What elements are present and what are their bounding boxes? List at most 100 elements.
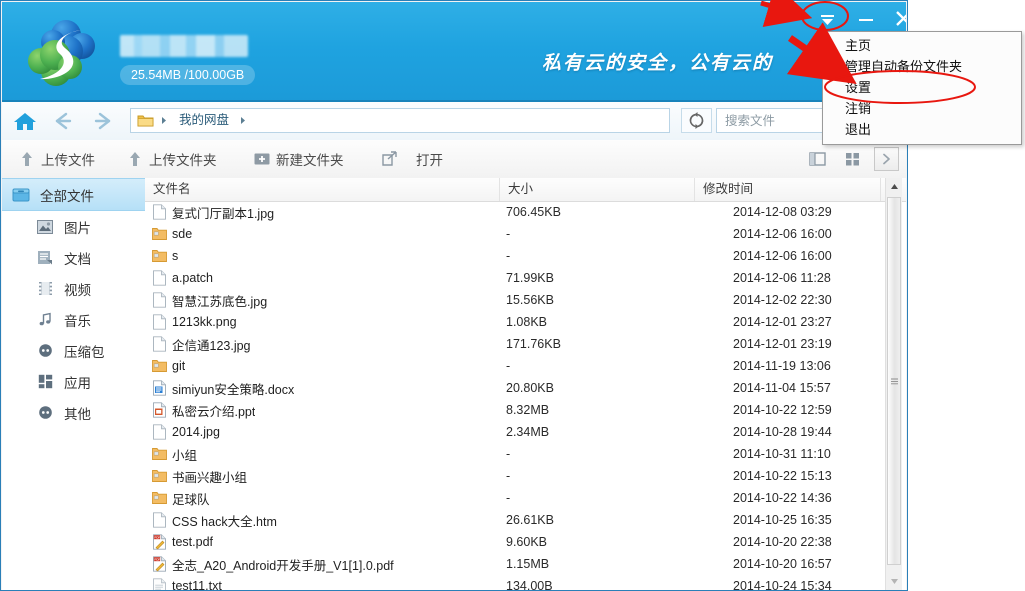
title-banner: 25.54MB /100.00GB 私有云的安全，公有云的	[2, 2, 906, 102]
upload-arrow-icon	[18, 151, 35, 168]
sidebar-item-other[interactable]: 其他	[2, 397, 145, 428]
file-name-cell[interactable]: 2014.jpg	[151, 424, 220, 440]
file-size-cell: 134.00B	[506, 579, 553, 590]
sidebar-item-apps[interactable]: 应用	[2, 366, 145, 397]
table-row[interactable]: 小组-2014-10-31 11:10	[145, 443, 885, 465]
scrollbar-thumb[interactable]	[887, 197, 901, 565]
table-row[interactable]: 私密云介绍.ppt8.32MB2014-10-22 12:59	[145, 399, 885, 421]
forward-button[interactable]	[90, 109, 116, 133]
table-row[interactable]: PDFtest.pdf9.60KB2014-10-20 22:38	[145, 531, 885, 553]
file-modified-time-cell: 2014-12-01 23:19	[733, 337, 832, 351]
share-icon[interactable]	[377, 148, 401, 170]
menu-item-logout[interactable]: 注销	[823, 98, 1021, 119]
table-row[interactable]: s-2014-12-06 16:00	[145, 245, 885, 267]
sidebar-item-images[interactable]: 图片	[2, 211, 145, 242]
file-modified-time-cell: 2014-10-22 15:13	[733, 469, 832, 483]
dropdown-arrow-button[interactable]	[809, 3, 846, 33]
file-name-cell[interactable]: a.patch	[151, 270, 213, 286]
file-modified-time-cell: 2014-10-20 16:57	[733, 557, 832, 571]
file-name-cell[interactable]: 1213kk.png	[151, 314, 237, 330]
file-name-cell[interactable]: git	[151, 358, 185, 374]
table-row[interactable]: simiyun安全策略.docx20.80KB2014-11-04 15:57	[145, 377, 885, 399]
table-row[interactable]: 复式门厅副本1.jpg706.45KB2014-12-08 03:29	[145, 201, 885, 223]
new-folder-button[interactable]: 新建文件夹	[245, 140, 352, 178]
app-dropdown-menu: 主页管理自动备份文件夹设置注销退出	[822, 31, 1022, 145]
sidebar-item-all-files[interactable]: 全部文件	[2, 178, 145, 211]
menu-item-home[interactable]: 主页	[823, 35, 1021, 56]
column-header-time[interactable]: 修改时间	[695, 178, 881, 201]
file-name-cell[interactable]: s	[151, 248, 178, 264]
table-row[interactable]: 足球队-2014-10-22 14:36	[145, 487, 885, 509]
table-row[interactable]: 1213kk.png1.08KB2014-12-01 23:27	[145, 311, 885, 333]
upload-file-button[interactable]: 上传文件	[10, 140, 103, 178]
file-name-cell[interactable]: 复式门厅副本1.jpg	[151, 203, 274, 222]
column-header-size[interactable]: 大小	[500, 178, 695, 201]
menu-item-exit[interactable]: 退出	[823, 119, 1021, 140]
file-modified-time-cell: 2014-10-22 14:36	[733, 491, 832, 505]
home-icon[interactable]	[12, 109, 38, 133]
open-label: 打开	[416, 149, 443, 169]
music-icon	[36, 311, 54, 329]
pdf-file-icon: PDF	[151, 534, 167, 550]
column-header-row: 文件名 大小 修改时间	[145, 178, 906, 202]
tile-view-icon[interactable]	[840, 148, 864, 170]
file-name-cell[interactable]: test11.txt	[151, 578, 222, 590]
table-row[interactable]: 智慧江苏底色.jpg 15.56KB 2014-12-02 22:30	[145, 289, 885, 311]
sidebar-label-music: 音乐	[64, 310, 91, 330]
table-row[interactable]: 书画兴趣小组-2014-10-22 15:13	[145, 465, 885, 487]
back-button[interactable]	[50, 109, 76, 133]
table-row[interactable]: a.patch71.99KB2014-12-06 11:28	[145, 267, 885, 289]
file-name-cell[interactable]: CSS hack大全.htm	[151, 511, 277, 530]
table-row[interactable]: test11.txt134.00B2014-10-24 15:34	[145, 575, 885, 590]
file-name-label: 复式门厅副本1.jpg	[172, 203, 274, 222]
svg-text:PDF: PDF	[154, 535, 160, 539]
svg-text:PDF: PDF	[154, 557, 160, 561]
file-name-cell[interactable]: PDF test.pdf	[151, 534, 213, 550]
file-name-cell[interactable]: 智慧江苏底色.jpg	[151, 291, 267, 310]
sidebar-item-archives[interactable]: 压缩包	[2, 335, 145, 366]
vertical-scrollbar[interactable]	[885, 178, 902, 590]
detail-view-icon[interactable]	[805, 148, 829, 170]
sidebar-item-music[interactable]: 音乐	[2, 304, 145, 335]
sidebar-item-documents[interactable]: 文档	[2, 242, 145, 273]
breadcrumb-item-my-disk[interactable]: 我的网盘	[170, 109, 238, 132]
upload-folder-button[interactable]: 上传文件夹	[118, 140, 225, 178]
file-name-cell[interactable]: 足球队	[151, 489, 210, 508]
file-name-label: test.pdf	[172, 535, 213, 549]
open-button[interactable]: 打开	[408, 140, 451, 178]
file-name-cell[interactable]: 企信通123.jpg	[151, 335, 251, 354]
scroll-up-arrow-icon[interactable]	[886, 178, 902, 195]
table-row[interactable]: git-2014-11-19 13:06	[145, 355, 885, 377]
file-name-cell[interactable]: 私密云介绍.ppt	[151, 401, 255, 420]
file-name-cell[interactable]: PDF全志_A20_Android开发手册_V1[1].0.pdf	[151, 555, 394, 574]
folder-icon[interactable]	[131, 109, 159, 132]
next-page-button[interactable]	[874, 147, 899, 171]
scroll-down-arrow-icon[interactable]	[886, 573, 902, 590]
close-button[interactable]	[885, 3, 906, 33]
file-modified-time-cell: 2014-12-02 22:30	[733, 293, 832, 307]
sidebar: 全部文件 图片	[2, 178, 146, 590]
menu-item-manage-backup-folder[interactable]: 管理自动备份文件夹	[823, 56, 1021, 77]
file-name-cell[interactable]: simiyun安全策略.docx	[151, 379, 294, 398]
file-name-cell[interactable]: sde	[151, 226, 192, 242]
file-size-cell: 9.60KB	[506, 535, 547, 549]
sidebar-item-videos[interactable]: 视频	[2, 273, 145, 304]
file-size-cell: 15.56KB	[506, 293, 554, 307]
minimize-button[interactable]	[847, 3, 884, 33]
table-row[interactable]: 企信通123.jpg171.76KB2014-12-01 23:19	[145, 333, 885, 355]
table-row[interactable]: PDF全志_A20_Android开发手册_V1[1].0.pdf1.15MB2…	[145, 553, 885, 575]
address-bar[interactable]: 我的网盘	[130, 108, 670, 133]
menu-item-settings[interactable]: 设置	[823, 77, 1021, 98]
column-header-name[interactable]: 文件名	[145, 178, 500, 201]
navigation-bar: 我的网盘	[2, 102, 906, 141]
file-name-label: a.patch	[172, 271, 213, 285]
table-row[interactable]: CSS hack大全.htm26.61KB2014-10-25 16:35	[145, 509, 885, 531]
table-row[interactable]: sde-2014-12-06 16:00	[145, 223, 885, 245]
refresh-icon[interactable]	[681, 108, 712, 133]
table-row[interactable]: 2014.jpg2.34MB2014-10-28 19:44	[145, 421, 885, 443]
file-name-cell[interactable]: 小组	[151, 445, 197, 464]
file-name-cell[interactable]: 书画兴趣小组	[151, 467, 247, 486]
file-size-cell: 20.80KB	[506, 381, 554, 395]
file-size-cell: -	[506, 227, 510, 241]
file-modified-time-cell: 2014-10-31 11:10	[733, 447, 831, 461]
